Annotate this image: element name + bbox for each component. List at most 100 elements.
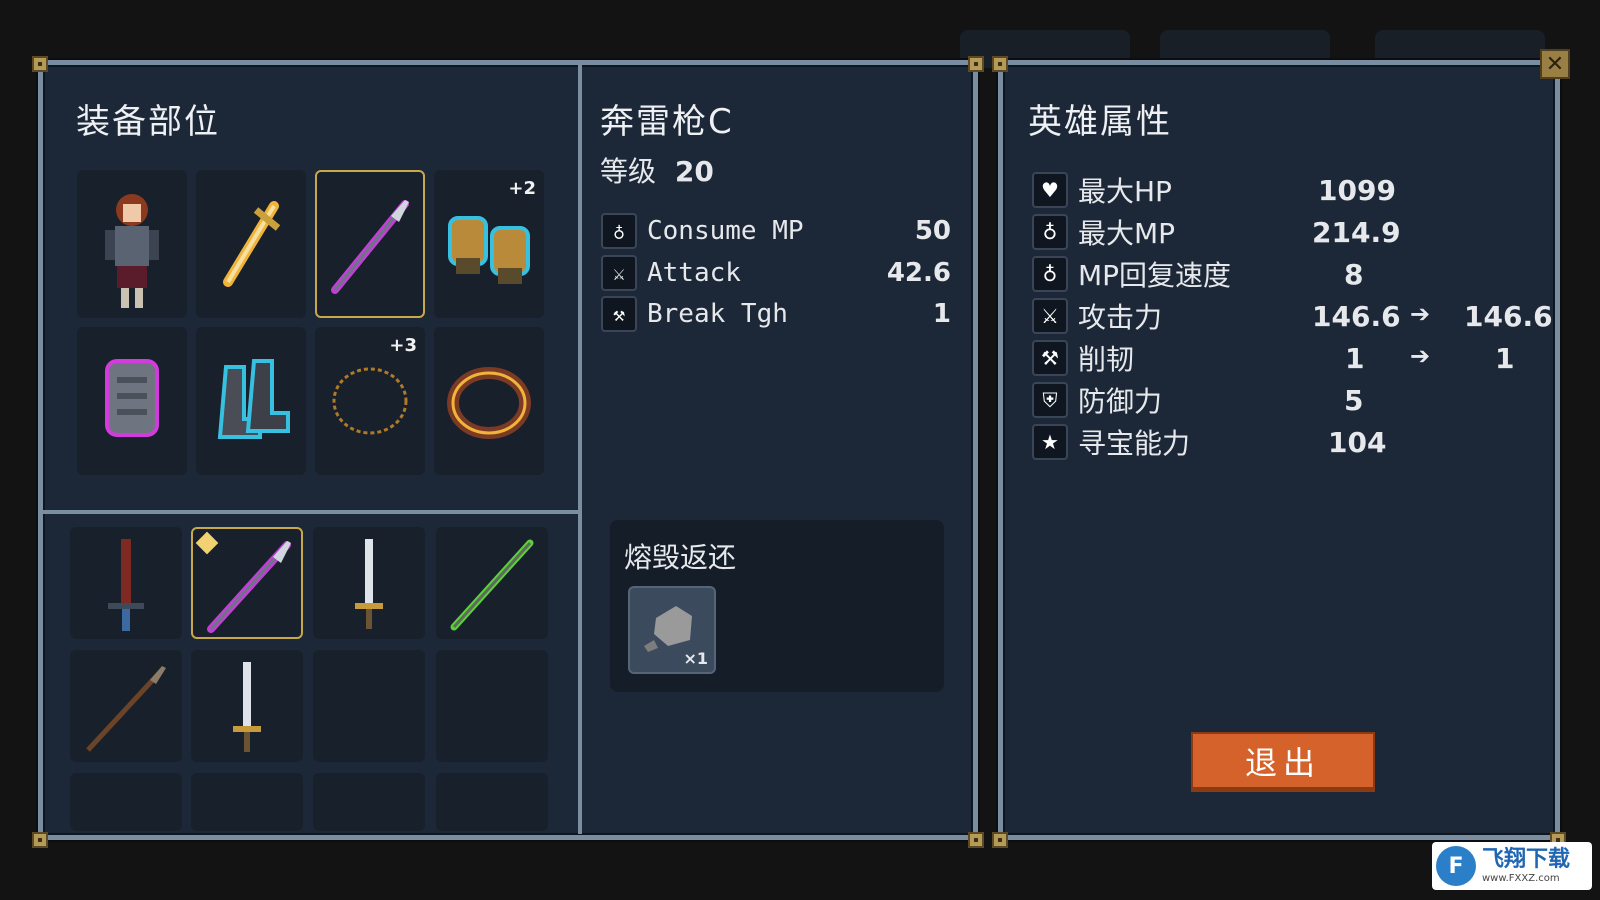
green-spear-icon <box>450 539 534 631</box>
stat-new-value: 146.6 <box>1464 299 1553 333</box>
hero-stat-row: ⚔ 攻击力 <box>1032 297 1162 335</box>
potion-icon: ♁ <box>601 213 637 249</box>
arrow-right-icon: ➔ <box>1410 300 1431 328</box>
inventory-slot-empty[interactable] <box>70 773 182 831</box>
stat-label: Consume MP <box>647 216 804 246</box>
weapon-stat-row: ⚔ Attack 42.6 <box>601 254 951 292</box>
corner-rivet <box>992 832 1008 848</box>
stat-value: 1 <box>1345 341 1365 375</box>
equip-slot-weapon[interactable] <box>196 170 306 318</box>
stat-label: 最大HP <box>1078 175 1172 208</box>
item-quantity: ×1 <box>683 649 708 668</box>
hero-stat-row: ♁ 最大MP <box>1032 213 1175 251</box>
shield-icon: ⛨ <box>1032 382 1068 418</box>
ring-icon <box>447 367 531 439</box>
stat-new-value: 1 <box>1495 341 1515 375</box>
exit-button[interactable]: 退出 <box>1191 732 1375 792</box>
level-value: 20 <box>674 155 714 188</box>
arrow-right-icon: ➔ <box>1410 342 1431 370</box>
hammer-icon: ⚒ <box>601 296 637 332</box>
equip-slot-gloves[interactable]: +2 <box>434 170 544 318</box>
watermark-url: www.FXXZ.com <box>1482 872 1560 884</box>
gauntlets-icon <box>448 216 530 284</box>
purple-spear-icon <box>331 200 409 294</box>
corner-rivet <box>968 56 984 72</box>
stat-label: 寻宝能力 <box>1078 427 1191 460</box>
stat-label: 削韧 <box>1078 343 1135 376</box>
weapon-name: 奔雷枪C <box>600 102 734 142</box>
golden-sword-icon <box>223 201 281 287</box>
hero-title: 英雄属性 <box>1028 102 1172 142</box>
smelt-item-slot[interactable]: ×1 <box>628 586 716 674</box>
corner-rivet <box>968 832 984 848</box>
stat-value: 1099 <box>1318 173 1396 207</box>
hero-stat-row: ⚒ 削韧 <box>1032 339 1134 377</box>
inventory-slot-empty[interactable] <box>313 650 425 762</box>
watermark-logo: F 飞翔下载 www.FXXZ.com <box>1432 842 1592 890</box>
red-sword-icon <box>108 539 144 631</box>
weapon-level: 等级 20 <box>600 150 714 190</box>
equip-slot-ring[interactable] <box>434 327 544 475</box>
inventory-slot[interactable] <box>436 527 548 639</box>
stat-value: 8 <box>1344 257 1364 291</box>
weapon-stat-row: ⚒ Break Tgh 1 <box>601 295 951 333</box>
chest-armor-icon <box>105 359 159 437</box>
inventory-slot-empty[interactable] <box>436 650 548 762</box>
equip-slot-boots[interactable] <box>196 327 306 475</box>
stat-value: 5 <box>1344 383 1364 417</box>
smelt-return-box: 熔毁返还 ×1 <box>610 520 944 692</box>
equip-slot-armor[interactable] <box>77 327 187 475</box>
inventory-slot-empty[interactable] <box>436 773 548 831</box>
stat-label: 防御力 <box>1078 385 1163 418</box>
corner-rivet <box>32 832 48 848</box>
equip-slot-hero[interactable] <box>77 170 187 318</box>
inventory-slot[interactable] <box>70 650 182 762</box>
short-sword-icon <box>233 662 261 752</box>
hero-stat-row: ★ 寻宝能力 <box>1032 423 1190 461</box>
close-button[interactable]: ✕ <box>1540 49 1570 79</box>
heart-icon: ♥ <box>1032 172 1068 208</box>
sword-icon: ⚔ <box>1032 298 1068 334</box>
brown-spear-icon <box>86 666 166 752</box>
inventory-slot[interactable] <box>191 527 303 639</box>
stat-value: 146.6 <box>1312 299 1401 333</box>
purple-spear-icon <box>195 531 291 633</box>
watermark-brand: 飞翔下载 <box>1482 846 1571 872</box>
potion-regen-icon: ♁ <box>1032 256 1068 292</box>
stat-label: Attack <box>647 258 741 288</box>
hero-stat-row: ⛨ 防御力 <box>1032 381 1162 419</box>
inventory-slot-empty[interactable] <box>313 773 425 831</box>
potion-icon: ♁ <box>1032 214 1068 250</box>
hero-stat-row: ♁ MP回复速度 <box>1032 255 1231 293</box>
star-icon: ★ <box>1032 424 1068 460</box>
inventory-slot[interactable] <box>70 527 182 639</box>
stat-label: MP回复速度 <box>1078 259 1232 292</box>
equipment-title: 装备部位 <box>76 102 220 142</box>
stat-label: 攻击力 <box>1078 301 1163 334</box>
stat-value: 104 <box>1328 425 1387 459</box>
hero-portrait-icon <box>105 194 159 308</box>
sword-icon: ⚔ <box>601 255 637 291</box>
level-label: 等级 <box>600 155 657 188</box>
hammer-icon: ⚒ <box>1032 340 1068 376</box>
smelt-title: 熔毁返还 <box>624 541 737 574</box>
panel-divider <box>42 510 580 514</box>
brand-logo-icon: F <box>1436 846 1476 886</box>
corner-rivet <box>992 56 1008 72</box>
equip-slot-spear[interactable] <box>315 170 425 318</box>
stat-value: 1 <box>932 299 951 329</box>
short-sword-icon <box>355 539 383 629</box>
panel-divider <box>578 64 582 834</box>
stat-value: 50 <box>914 216 951 246</box>
hero-stat-row: ♥ 最大HP <box>1032 171 1172 209</box>
stat-label: Break Tgh <box>647 299 788 329</box>
stat-value: 214.9 <box>1312 215 1401 249</box>
inventory-slot[interactable] <box>313 527 425 639</box>
inventory-slot[interactable] <box>191 650 303 762</box>
corner-rivet <box>32 56 48 72</box>
equip-slot-necklace[interactable]: +3 <box>315 327 425 475</box>
weapon-stat-row: ♁ Consume MP 50 <box>601 212 951 250</box>
chain-necklace-icon <box>332 367 408 435</box>
stat-value: 42.6 <box>886 258 951 288</box>
inventory-slot-empty[interactable] <box>191 773 303 831</box>
